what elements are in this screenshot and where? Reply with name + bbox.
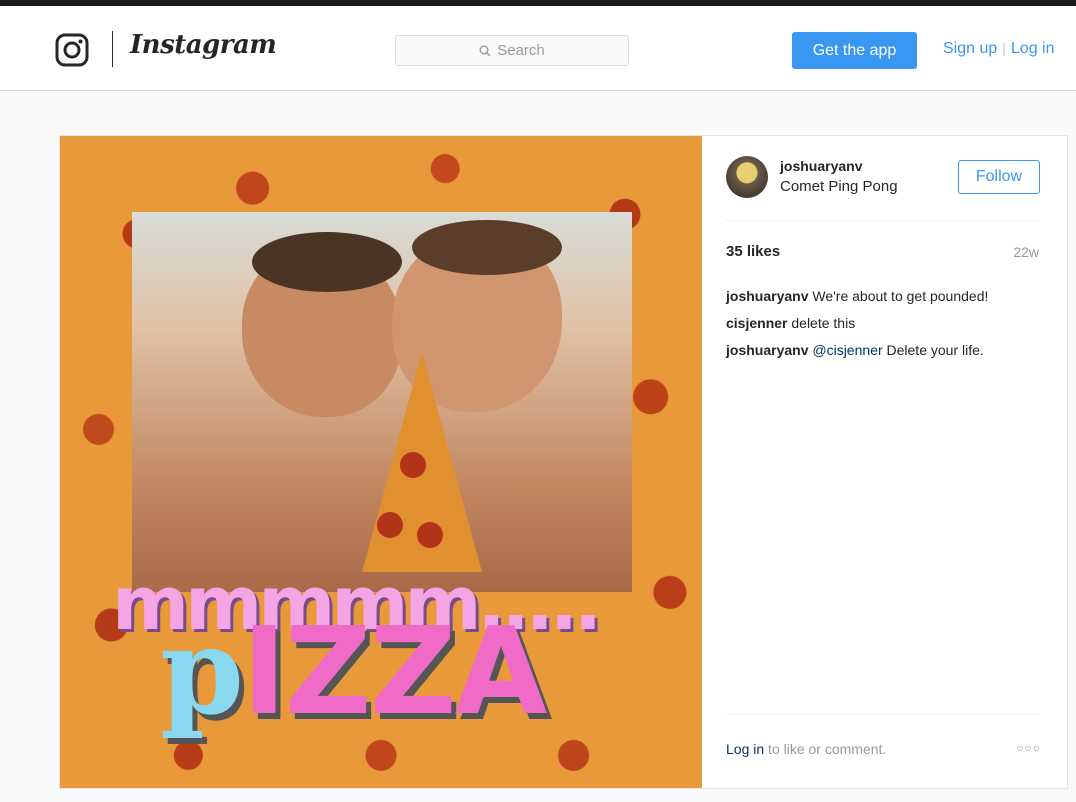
- logo-divider: [112, 31, 113, 67]
- image-text-izza: IZZA: [241, 603, 548, 742]
- comment-text: We're about to get pounded!: [812, 288, 989, 304]
- sign-up-link[interactable]: Sign up: [943, 40, 997, 57]
- auth-links: Sign up | Log in: [943, 40, 1055, 58]
- pepperoni: [417, 522, 443, 548]
- instagram-wordmark[interactable]: Instagram: [130, 30, 277, 60]
- auth-separator: |: [1002, 40, 1006, 56]
- comment: joshuaryanv @cisjenner Delete your life.: [726, 337, 1046, 364]
- more-options-icon[interactable]: ○○○: [1016, 741, 1041, 755]
- comment-user[interactable]: joshuaryanv: [726, 288, 808, 304]
- comment: cisjenner delete this: [726, 310, 1046, 337]
- get-the-app-button[interactable]: Get the app: [792, 32, 917, 69]
- pepperoni: [377, 512, 403, 538]
- comment-user[interactable]: cisjenner: [726, 315, 787, 331]
- login-link[interactable]: Log in: [726, 741, 764, 757]
- post-image[interactable]: mmmmm..... pIZZA: [60, 136, 702, 788]
- post-sidebar: joshuaryanv Comet Ping Pong Follow 35 li…: [702, 136, 1067, 788]
- post-photo: [132, 212, 632, 592]
- follow-button[interactable]: Follow: [958, 160, 1040, 194]
- comment: joshuaryanv We're about to get pounded!: [726, 283, 1046, 310]
- log-in-link[interactable]: Log in: [1011, 40, 1055, 57]
- login-prompt: Log in to like or comment.: [726, 741, 886, 757]
- pepperoni: [400, 452, 426, 478]
- image-text-pizza: pIZZA: [160, 601, 548, 742]
- avatar[interactable]: [726, 156, 768, 198]
- hair-right: [412, 220, 562, 275]
- search-icon: [479, 45, 491, 56]
- login-prompt-text: to like or comment.: [768, 741, 887, 757]
- post-card: mmmmm..... pIZZA joshuaryanv Comet Ping …: [59, 135, 1068, 789]
- post-location[interactable]: Comet Ping Pong: [780, 178, 898, 195]
- likes-count[interactable]: 35 likes: [726, 243, 780, 260]
- search-input[interactable]: Search: [395, 35, 629, 66]
- divider: [726, 714, 1040, 715]
- hair-left: [252, 232, 402, 292]
- top-nav: Instagram Search Get the app Sign up | Log…: [0, 6, 1076, 91]
- image-text-p: p: [160, 601, 244, 742]
- search-placeholder: Search: [497, 42, 545, 59]
- comments-list: joshuaryanv We're about to get pounded! …: [726, 283, 1046, 364]
- comment-text: Delete your life.: [886, 342, 984, 358]
- page: Instagram Search Get the app Sign up | Log…: [0, 6, 1076, 802]
- comment-text: delete this: [791, 315, 856, 331]
- divider: [726, 220, 1040, 221]
- comment-user[interactable]: joshuaryanv: [726, 342, 808, 358]
- instagram-camera-icon[interactable]: [55, 33, 89, 67]
- post-username[interactable]: joshuaryanv: [780, 158, 862, 174]
- comment-mention[interactable]: @cisjenner: [812, 342, 882, 358]
- post-age[interactable]: 22w: [1013, 244, 1039, 260]
